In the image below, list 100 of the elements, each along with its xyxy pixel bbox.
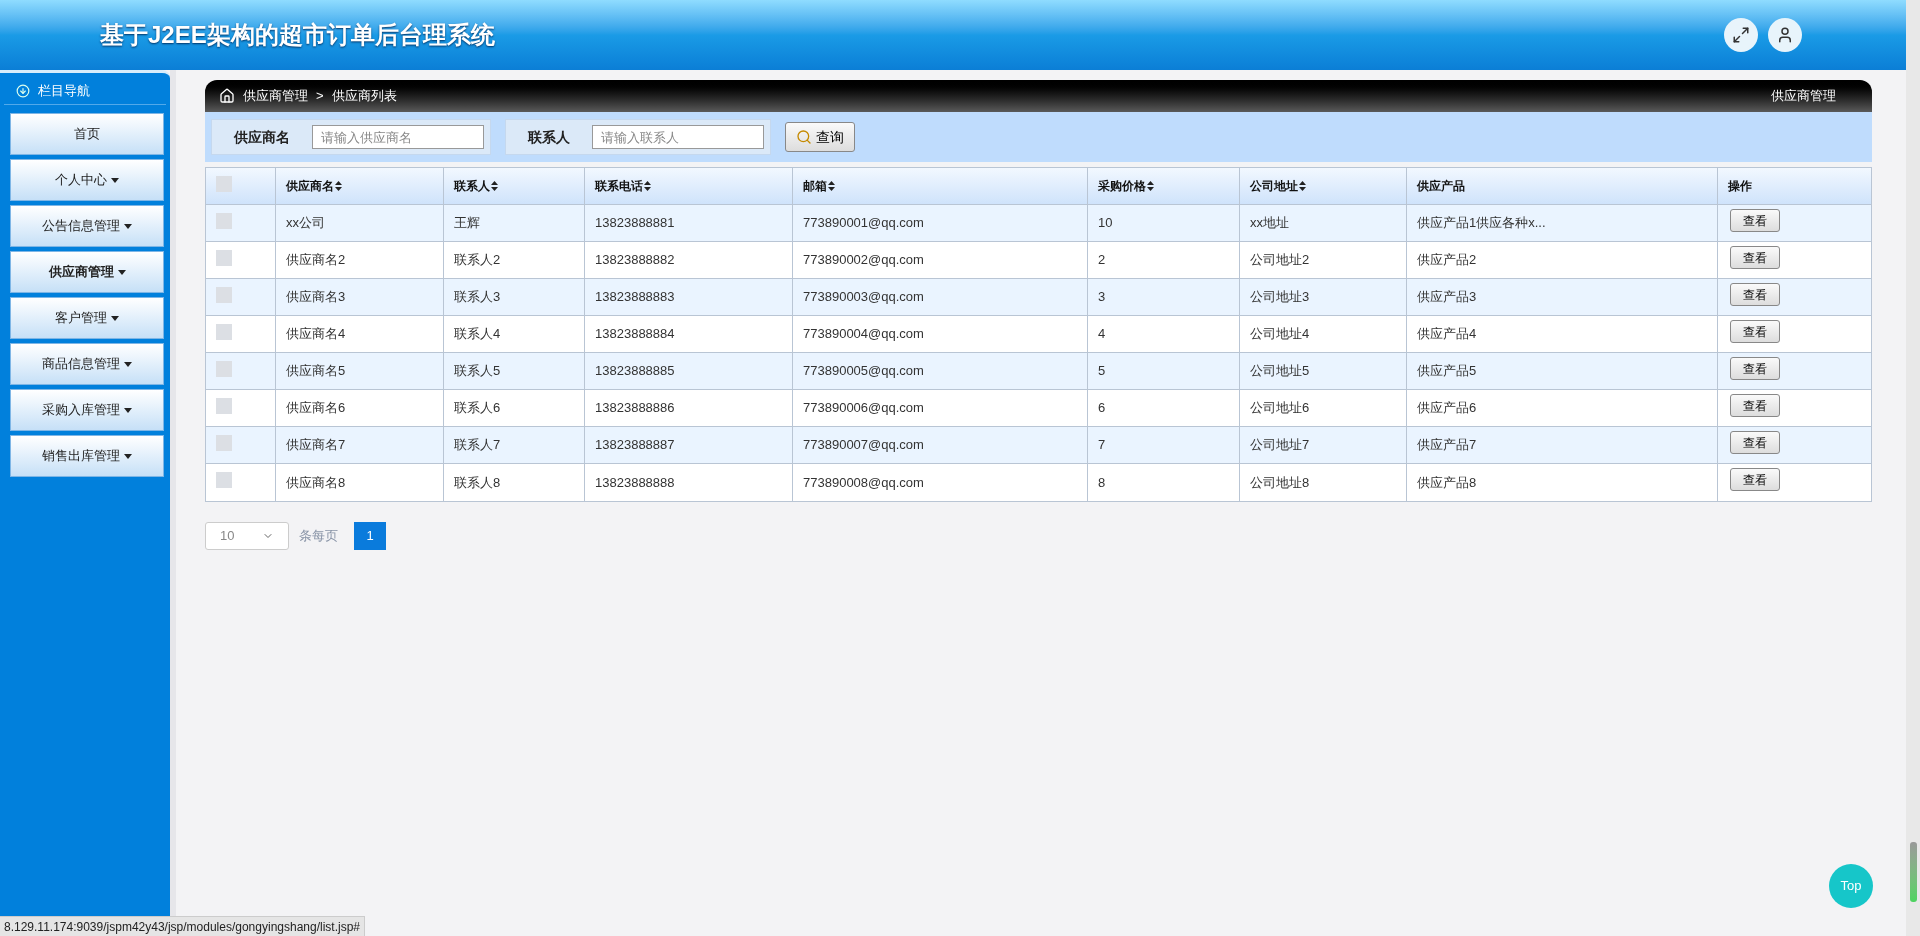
user-icon[interactable] [1768, 18, 1802, 52]
row-checkbox[interactable] [216, 435, 232, 451]
table-cell-text: 10 [1098, 214, 1113, 233]
table-cell-text: 供应商名3 [286, 288, 346, 307]
table-cell-text: 供应产品7 [1417, 436, 1477, 455]
table-cell-text: 供应产品6 [1417, 399, 1477, 418]
sidebar-item[interactable]: 公告信息管理 [10, 205, 164, 247]
table-cell-text: 13823888881 [595, 214, 675, 233]
row-checkbox[interactable] [216, 361, 232, 377]
table-cell-text: 公司地址2 [1250, 251, 1310, 270]
sidebar-item[interactable]: 客户管理 [10, 297, 164, 339]
breadcrumb-separator: > [316, 87, 324, 106]
table-cell-text: 773890007@qq.com [803, 436, 924, 455]
table-cell-text: 公司地址6 [1250, 399, 1310, 418]
search-field[interactable]: 请输入供应商名 [312, 125, 484, 149]
page-button[interactable]: 1 [354, 522, 386, 550]
table-cell-text: 公司地址3 [1250, 288, 1310, 307]
table-cell-text: 13823888882 [595, 251, 675, 270]
table-cell-text: 联系人7 [454, 436, 501, 455]
search-label: 联系人 [526, 127, 571, 147]
home-icon[interactable] [219, 88, 235, 104]
sidebar-item[interactable]: 首页 [10, 113, 164, 155]
magnifier-icon [796, 129, 812, 145]
breadcrumb-link[interactable]: 供应商管理 [243, 86, 308, 106]
table-cell-text: 供应产品8 [1417, 473, 1477, 492]
sidebar-item[interactable]: 销售出库管理 [10, 435, 164, 477]
table-cell-text: xx公司 [286, 214, 325, 233]
sort-icon[interactable] [644, 181, 651, 191]
table-cell-text: xx地址 [1250, 214, 1289, 233]
table-cell-text: 13823888885 [595, 362, 675, 381]
table-cell-text: 联系人8 [454, 473, 501, 492]
table-cell-text: 供应产品1供应各种x... [1417, 214, 1546, 233]
search-field[interactable]: 请输入联系人 [592, 125, 764, 149]
table-cell-text: 773890002@qq.com [803, 251, 924, 270]
page-size-select[interactable]: 10 [205, 522, 289, 550]
status-bar: 8.129.11.174:9039/jspm42y43/jsp/modules/gongyingshang/list.jsp# [0, 916, 366, 936]
table-cell-text: 2 [1098, 251, 1106, 270]
column-header[interactable]: 联系人 [454, 177, 490, 195]
sidebar-item[interactable]: 供应商管理 [10, 251, 164, 293]
table-cell-text: 联系人5 [454, 362, 501, 381]
table-cell-text: 供应产品4 [1417, 325, 1477, 344]
table-cell-text: 联系人6 [454, 399, 501, 418]
table-cell-text: 773890003@qq.com [803, 288, 924, 307]
app-title: 基于J2EE架构的超市订单后台理系统 [100, 20, 495, 50]
table-cell-text: 联系人4 [454, 325, 501, 344]
table-cell-text: 公司地址7 [1250, 436, 1310, 455]
column-header[interactable]: 采购价格 [1098, 177, 1146, 195]
table-cell-text: 供应商名2 [286, 251, 346, 270]
table-cell-text: 供应商名7 [286, 436, 346, 455]
table-cell-text: 公司地址4 [1250, 325, 1310, 344]
table-cell-text: 供应产品5 [1417, 362, 1477, 381]
row-checkbox[interactable] [216, 176, 232, 192]
view-button[interactable]: 查看 [1730, 320, 1780, 343]
table-cell-text: 供应产品2 [1417, 251, 1477, 270]
table-cell-text: 王辉 [454, 214, 480, 233]
table-cell-text: 联系人2 [454, 251, 501, 270]
view-button[interactable]: 查看 [1730, 209, 1780, 232]
row-checkbox[interactable] [216, 250, 232, 266]
row-checkbox[interactable] [216, 472, 232, 488]
column-header[interactable]: 邮箱 [803, 177, 827, 195]
row-checkbox[interactable] [216, 324, 232, 340]
sort-icon[interactable] [828, 181, 835, 191]
sort-icon[interactable] [1299, 181, 1306, 191]
table-cell-text: 773890006@qq.com [803, 399, 924, 418]
view-button[interactable]: 查看 [1730, 357, 1780, 380]
sidebar-item[interactable]: 商品信息管理 [10, 343, 164, 385]
search-button[interactable]: 查询 [785, 122, 855, 152]
table-cell-text: 供应商名4 [286, 325, 346, 344]
sort-icon[interactable] [491, 181, 498, 191]
sort-icon[interactable] [1147, 181, 1154, 191]
page-size-label: 条每页 [299, 527, 338, 546]
column-header: 操作 [1728, 178, 1752, 195]
table-cell-text: 7 [1098, 436, 1106, 455]
sidebar-item[interactable]: 个人中心 [10, 159, 164, 201]
table-cell-text: 773890008@qq.com [803, 473, 924, 492]
view-button[interactable]: 查看 [1730, 468, 1780, 491]
sidebar-item[interactable]: 采购入库管理 [10, 389, 164, 431]
view-button[interactable]: 查看 [1730, 246, 1780, 269]
table-cell-text: 773890004@qq.com [803, 325, 924, 344]
column-header[interactable]: 公司地址 [1250, 177, 1298, 195]
column-header: 供应产品 [1417, 178, 1465, 195]
fullscreen-icon[interactable] [1724, 18, 1758, 52]
table-cell-text: 5 [1098, 362, 1106, 381]
sort-icon[interactable] [335, 181, 342, 191]
column-header[interactable]: 供应商名 [286, 177, 334, 195]
table-cell-text: 供应产品3 [1417, 288, 1477, 307]
column-header[interactable]: 联系电话 [595, 177, 643, 195]
table-cell-text: 13823888888 [595, 473, 675, 492]
table-cell-text: 6 [1098, 399, 1106, 418]
row-checkbox[interactable] [216, 287, 232, 303]
view-button[interactable]: 查看 [1730, 394, 1780, 417]
table-cell-text: 3 [1098, 288, 1106, 307]
table-cell-text: 供应商名5 [286, 362, 346, 381]
view-button[interactable]: 查看 [1730, 283, 1780, 306]
row-checkbox[interactable] [216, 398, 232, 414]
view-button[interactable]: 查看 [1730, 431, 1780, 454]
page-title: 供应商管理 [1771, 87, 1836, 106]
row-checkbox[interactable] [216, 213, 232, 229]
table-cell-text: 13823888884 [595, 325, 675, 344]
breadcrumb-current: 供应商列表 [331, 87, 397, 106]
